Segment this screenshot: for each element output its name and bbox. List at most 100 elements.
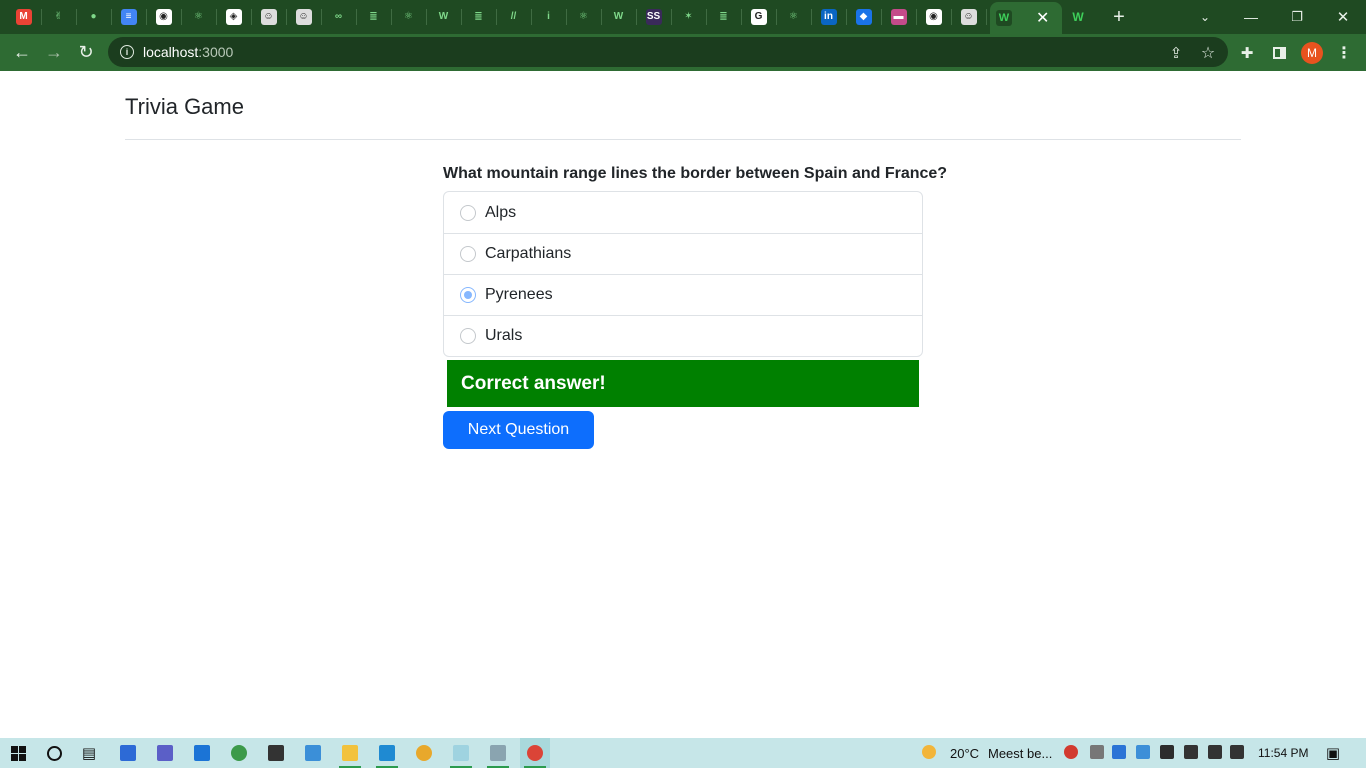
- side-panel-button[interactable]: [1267, 34, 1291, 71]
- checkmark-icon[interactable]: [1136, 745, 1150, 759]
- bookmark-button[interactable]: ☆: [1196, 34, 1220, 71]
- menu-button[interactable]: ⋮: [1334, 34, 1354, 71]
- network-icon: [490, 745, 506, 761]
- share-button[interactable]: ⇪: [1164, 34, 1188, 71]
- page-title: Trivia Game: [125, 94, 244, 119]
- battery-icon[interactable]: [1184, 745, 1198, 759]
- start-button[interactable]: [3, 738, 33, 768]
- search-button[interactable]: [39, 738, 69, 768]
- tab-favicon-w[interactable]: W: [1066, 0, 1090, 34]
- radio-button[interactable]: [460, 204, 476, 221]
- taskbar-app-chrome[interactable]: [409, 738, 439, 768]
- task-view-icon: ▤: [81, 745, 97, 762]
- radio-button[interactable]: [460, 328, 476, 344]
- taskbar-app-powershell[interactable]: [113, 738, 143, 768]
- restore-button[interactable]: ❐: [1282, 0, 1312, 34]
- answer-options-list: Alps Carpathians Pyrenees Urals: [443, 191, 923, 357]
- taskbar-app-explorer[interactable]: [335, 738, 365, 768]
- network-tray-icon[interactable]: [1208, 745, 1222, 759]
- answer-option[interactable]: Pyrenees: [444, 274, 922, 315]
- tab[interactable]: ⚛: [566, 0, 601, 34]
- tab[interactable]: ☺: [286, 0, 321, 34]
- forward-button[interactable]: →: [38, 36, 70, 68]
- answer-option-label: Carpathians: [485, 245, 572, 262]
- shield-icon[interactable]: [1160, 745, 1174, 759]
- terminal-icon: [268, 745, 284, 761]
- tab[interactable]: ≣: [706, 0, 741, 34]
- tab[interactable]: ◉: [146, 0, 181, 34]
- radio-button[interactable]: [460, 287, 476, 303]
- taskbar-app-display[interactable]: [298, 738, 328, 768]
- new-tab-button[interactable]: +: [1106, 0, 1132, 34]
- arrow-right-icon: →: [45, 41, 63, 62]
- answer-option[interactable]: Alps: [444, 192, 922, 233]
- tab[interactable]: M: [6, 0, 41, 34]
- codepen-icon: ◈: [225, 9, 242, 25]
- tab[interactable]: ≣: [356, 0, 391, 34]
- tab[interactable]: SS: [636, 0, 671, 34]
- tab[interactable]: ⚛: [391, 0, 426, 34]
- tab[interactable]: ☺: [251, 0, 286, 34]
- close-tab-icon[interactable]: ✕: [1036, 8, 1049, 28]
- taskbar-app-vscode[interactable]: [372, 738, 402, 768]
- tray-app-icon[interactable]: [1090, 745, 1104, 759]
- antivirus-icon[interactable]: [1064, 745, 1078, 759]
- back-button[interactable]: ←: [6, 36, 38, 68]
- radio-button[interactable]: [460, 246, 476, 262]
- tab[interactable]: ✌: [41, 0, 76, 34]
- tab[interactable]: ≣: [461, 0, 496, 34]
- tab[interactable]: ∞: [321, 0, 356, 34]
- tab[interactable]: ⚛: [181, 0, 216, 34]
- restore-icon: ❐: [1291, 9, 1303, 24]
- tab[interactable]: ✶: [671, 0, 706, 34]
- monitor-icon: [305, 745, 321, 761]
- word-icon[interactable]: [1112, 745, 1126, 759]
- taskbar-app-globe[interactable]: [224, 738, 254, 768]
- tab[interactable]: in: [811, 0, 846, 34]
- weather-icon[interactable]: [922, 745, 936, 759]
- reload-button[interactable]: ↻: [70, 36, 102, 68]
- taskbar-app-teams[interactable]: [150, 738, 180, 768]
- task-view-button[interactable]: ▤: [74, 738, 104, 768]
- weather-temperature[interactable]: 20°C: [950, 738, 979, 768]
- stackoverflow-icon: ≣: [715, 9, 732, 25]
- tab[interactable]: W: [601, 0, 636, 34]
- tab[interactable]: //: [496, 0, 531, 34]
- next-question-button[interactable]: Next Question: [443, 411, 594, 449]
- tab[interactable]: ☺: [951, 0, 986, 34]
- tab[interactable]: ●: [76, 0, 111, 34]
- tab[interactable]: ▬: [881, 0, 916, 34]
- address-bar[interactable]: i localhost:3000: [108, 37, 1228, 67]
- volume-icon[interactable]: [1230, 745, 1244, 759]
- taskbar-app-chrome-active[interactable]: [520, 738, 550, 768]
- notifications-button[interactable]: ▣: [1318, 738, 1348, 768]
- tab[interactable]: G: [741, 0, 776, 34]
- tab[interactable]: ◆: [846, 0, 881, 34]
- profile-button[interactable]: M: [1300, 34, 1324, 71]
- flag-icon: ▬: [890, 9, 907, 25]
- tab[interactable]: i: [531, 0, 566, 34]
- taskbar-app-network[interactable]: [483, 738, 513, 768]
- taskbar-app-azure[interactable]: [187, 738, 217, 768]
- minimize-button[interactable]: —: [1236, 0, 1266, 34]
- taskbar-app-notepad[interactable]: [446, 738, 476, 768]
- tab[interactable]: ≡: [111, 0, 146, 34]
- url-port: :3000: [198, 44, 234, 60]
- taskbar-app-terminal[interactable]: [261, 738, 291, 768]
- browser-tab-strip: M✌●≡◉⚛◈☺☺∞≣⚛W≣//i⚛WSS✶≣G⚛in◆▬◉☺◎ W ✕ W +…: [0, 0, 1366, 34]
- answer-option[interactable]: Urals: [444, 315, 922, 356]
- close-window-button[interactable]: ✕: [1328, 0, 1358, 34]
- active-tab[interactable]: W ✕: [990, 2, 1062, 34]
- tab[interactable]: ◉: [916, 0, 951, 34]
- avatar-icon: ☺: [295, 9, 312, 25]
- clock[interactable]: 11:54 PM: [1258, 738, 1308, 768]
- side-panel-icon: [1272, 46, 1286, 59]
- answer-option[interactable]: Carpathians: [444, 233, 922, 274]
- weather-description[interactable]: Meest be...: [988, 738, 1052, 768]
- w-icon: W: [996, 10, 1012, 26]
- tab[interactable]: ⚛: [776, 0, 811, 34]
- tab[interactable]: W: [426, 0, 461, 34]
- extensions-button[interactable]: ✚: [1235, 34, 1259, 71]
- tab[interactable]: ◈: [216, 0, 251, 34]
- tab-search-button[interactable]: ⌄: [1192, 0, 1218, 34]
